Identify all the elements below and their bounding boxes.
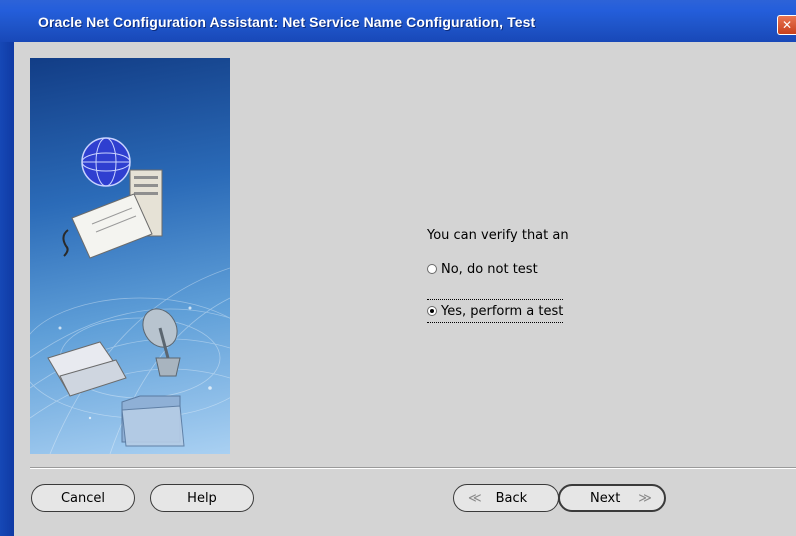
close-button[interactable]: ✕: [777, 15, 796, 35]
next-label: Next: [590, 490, 621, 506]
radio-yes-test[interactable]: Yes, perform a test: [427, 299, 564, 323]
next-button[interactable]: Next ≫: [558, 484, 666, 512]
window-title: Oracle Net Configuration Assistant: Net …: [38, 14, 536, 30]
window-frame-left: [0, 42, 14, 536]
help-label: Help: [187, 490, 217, 506]
cancel-label: Cancel: [60, 490, 106, 506]
radio-label-yes: Yes, perform a test: [441, 303, 564, 319]
dialog-window: Oracle Net Configuration Assistant: Net …: [0, 0, 796, 536]
cancel-button[interactable]: Cancel: [31, 484, 135, 512]
radio-button-no[interactable]: [427, 264, 437, 274]
globe-icon: [81, 137, 131, 187]
button-separator: [30, 467, 796, 469]
dialog-client-area: You can verify that an No, do not test Y…: [14, 42, 796, 536]
close-icon: ✕: [781, 18, 793, 32]
prompt-text: You can verify that an: [427, 228, 569, 243]
chevron-left-icon: ≪: [468, 490, 482, 506]
radio-label-no: No, do not test: [441, 261, 538, 277]
back-label: Back: [495, 490, 528, 506]
back-button[interactable]: ≪ Back: [453, 484, 559, 512]
side-illustration: [30, 58, 230, 454]
radio-button-yes[interactable]: [427, 306, 437, 316]
folder-icon: [121, 395, 185, 447]
oracle-network-illustration: [30, 137, 230, 454]
radio-no-test[interactable]: No, do not test: [427, 260, 538, 278]
title-bar[interactable]: Oracle Net Configuration Assistant: Net …: [0, 0, 796, 42]
help-button[interactable]: Help: [150, 484, 254, 512]
chevron-right-icon: ≫: [638, 490, 652, 506]
